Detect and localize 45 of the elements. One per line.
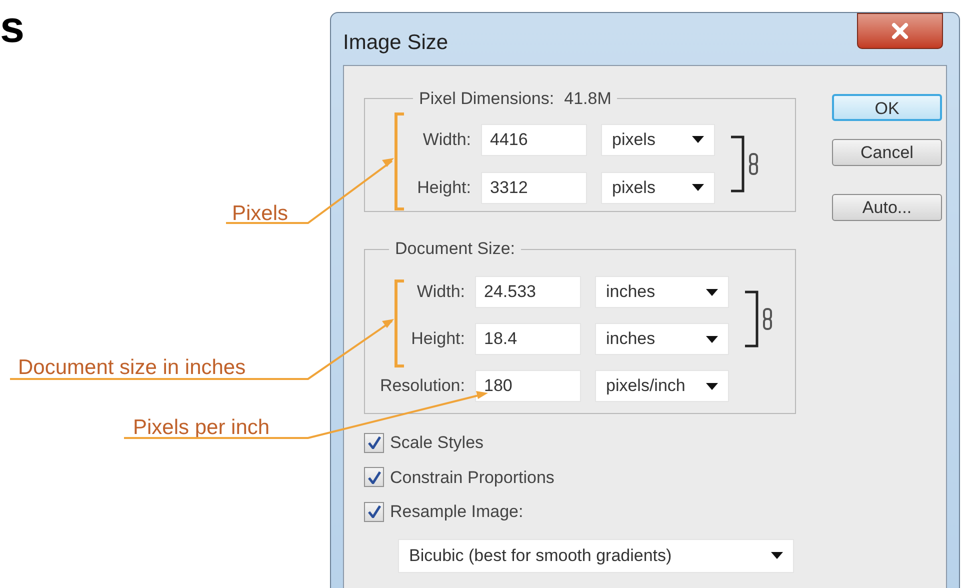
pixel-size-value: 41.8M: [564, 88, 612, 110]
dialog-button[interactable]: OK: [832, 94, 942, 121]
callout-label: Document size in inches: [18, 355, 246, 381]
field-label: Resolution:: [378, 375, 465, 398]
close-button[interactable]: [857, 13, 943, 49]
link-icon: [743, 290, 773, 348]
field-label: Width:: [416, 281, 465, 304]
caret-icon: [771, 552, 783, 559]
unit-dropdown[interactable]: pixels/inch: [595, 370, 729, 402]
field-label: Height:: [416, 176, 471, 199]
checkbox[interactable]: [364, 432, 384, 453]
page-heading-fragment: s: [0, 6, 24, 50]
resample-dropdown[interactable]: Bicubic (best for smooth gradients): [398, 538, 794, 572]
checkbox[interactable]: [364, 502, 384, 522]
input-field[interactable]: 180: [475, 370, 581, 402]
caret-icon: [706, 336, 718, 342]
caret-icon: [706, 288, 718, 296]
input-field[interactable]: 24.533: [475, 276, 581, 308]
input-field[interactable]: 4416: [481, 124, 587, 156]
checkbox-label: Constrain Proportions: [390, 466, 554, 488]
checkbox-label: Scale Styles: [390, 432, 484, 454]
caret-icon: [706, 382, 718, 390]
input-field[interactable]: 18.4: [475, 323, 581, 355]
callout-label: Pixels: [232, 201, 288, 227]
link-icon: [729, 134, 759, 192]
checkmark-icon: [368, 505, 380, 518]
group-title: Pixel Dimensions:: [419, 88, 554, 110]
dialog-button[interactable]: Cancel: [832, 139, 942, 166]
window-title: Image Size: [343, 30, 448, 56]
caret-icon: [692, 136, 704, 143]
unit-dropdown[interactable]: inches: [595, 276, 729, 308]
checkbox[interactable]: [364, 467, 384, 488]
input-field[interactable]: 3312: [481, 172, 587, 204]
checkbox-label: Resample Image:: [390, 501, 524, 523]
callout-label: Pixels per inch: [133, 415, 270, 441]
field-label: Width:: [422, 128, 471, 151]
field-label: Height:: [410, 328, 465, 350]
caret-icon: [692, 184, 704, 191]
unit-dropdown[interactable]: inches: [595, 323, 729, 355]
unit-dropdown[interactable]: pixels: [601, 172, 715, 204]
checkmark-icon: [368, 470, 380, 484]
unit-dropdown[interactable]: pixels: [601, 124, 715, 156]
group-title: Document Size:: [395, 239, 515, 258]
dialog-button[interactable]: Auto...: [832, 194, 942, 221]
checkmark-icon: [368, 436, 380, 450]
